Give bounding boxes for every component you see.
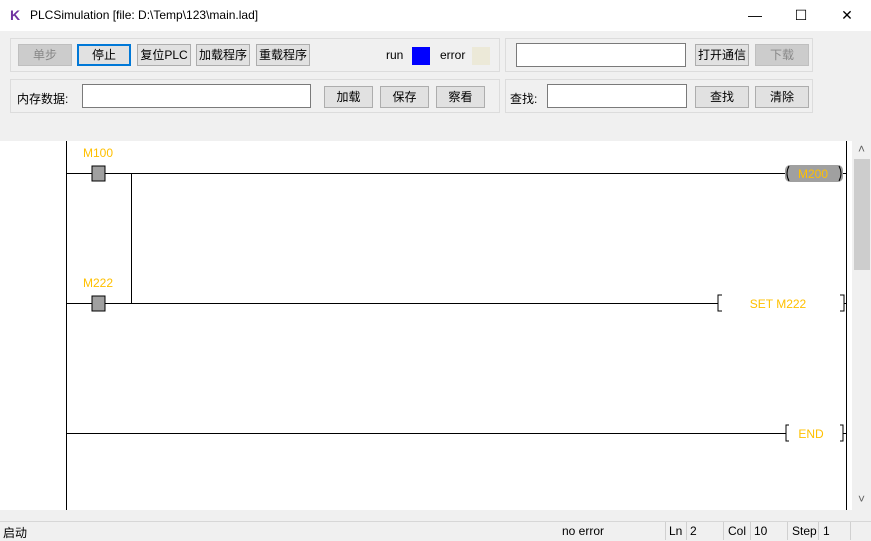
scroll-down-icon[interactable]: ˅ bbox=[852, 492, 871, 508]
run-indicator bbox=[412, 47, 430, 65]
download-button[interactable]: 下载 bbox=[755, 44, 809, 66]
divider bbox=[686, 522, 687, 540]
status-error: no error bbox=[562, 524, 605, 538]
contact-m100[interactable]: M100 bbox=[83, 146, 113, 182]
comm-input[interactable] bbox=[516, 43, 686, 67]
scrollbar-thumb[interactable] bbox=[854, 159, 870, 270]
contact-label: M100 bbox=[83, 146, 113, 160]
divider bbox=[787, 522, 788, 540]
divider bbox=[723, 522, 724, 540]
find-label: 查找: bbox=[510, 92, 538, 106]
ln-label: Ln bbox=[669, 524, 683, 538]
divider bbox=[750, 522, 751, 540]
memory-label: 内存数据: bbox=[17, 92, 69, 106]
open-comm-button[interactable]: 打开通信 bbox=[695, 44, 749, 66]
load-program-button[interactable]: 加载程序 bbox=[196, 44, 250, 66]
coil-m200[interactable]: M200 bbox=[785, 165, 846, 182]
app-icon: K bbox=[10, 7, 21, 23]
divider bbox=[818, 522, 819, 540]
end-label: END bbox=[798, 427, 824, 441]
load-button[interactable]: 加载 bbox=[324, 86, 373, 108]
view-button[interactable]: 察看 bbox=[436, 86, 485, 108]
status-state: 启动 bbox=[3, 526, 28, 540]
close-button[interactable]: ✕ bbox=[824, 0, 870, 31]
clear-button[interactable]: 清除 bbox=[755, 86, 809, 108]
set-instruction[interactable]: SET M222 bbox=[717, 294, 846, 312]
maximize-button[interactable]: ☐ bbox=[778, 0, 824, 31]
step-label: Step bbox=[792, 524, 817, 538]
divider bbox=[665, 522, 666, 540]
minimize-button[interactable]: — bbox=[732, 0, 778, 31]
reset-plc-button[interactable]: 复位PLC bbox=[137, 44, 191, 66]
ln-value: 2 bbox=[690, 524, 697, 538]
col-label: Col bbox=[728, 524, 747, 538]
divider bbox=[850, 522, 851, 540]
end-instruction[interactable]: END bbox=[785, 424, 846, 442]
col-value: 10 bbox=[754, 524, 768, 538]
set-label: SET M222 bbox=[750, 297, 807, 311]
contact-label: M222 bbox=[83, 276, 113, 290]
error-label: error bbox=[440, 48, 466, 62]
stop-button[interactable]: 停止 bbox=[77, 44, 131, 66]
ladder-canvas[interactable]: M100 M222 M200 SET M222 END bbox=[0, 141, 852, 510]
scroll-up-icon[interactable]: ˄ bbox=[852, 142, 871, 158]
reload-program-button[interactable]: 重载程序 bbox=[256, 44, 310, 66]
save-button[interactable]: 保存 bbox=[380, 86, 429, 108]
memory-input[interactable] bbox=[82, 84, 311, 108]
window-title: PLCSimulation [file: D:\Temp\123\main.la… bbox=[30, 8, 259, 22]
coil-label: M200 bbox=[798, 167, 828, 181]
step-value: 1 bbox=[823, 524, 830, 538]
step-button[interactable]: 单步 bbox=[18, 44, 72, 66]
find-input[interactable] bbox=[547, 84, 687, 108]
contact-m222[interactable]: M222 bbox=[83, 276, 113, 312]
title-bar: K PLCSimulation [file: D:\Temp\123\main.… bbox=[0, 0, 871, 31]
find-button[interactable]: 查找 bbox=[695, 86, 749, 108]
run-label: run bbox=[386, 48, 404, 62]
error-indicator bbox=[472, 47, 490, 65]
